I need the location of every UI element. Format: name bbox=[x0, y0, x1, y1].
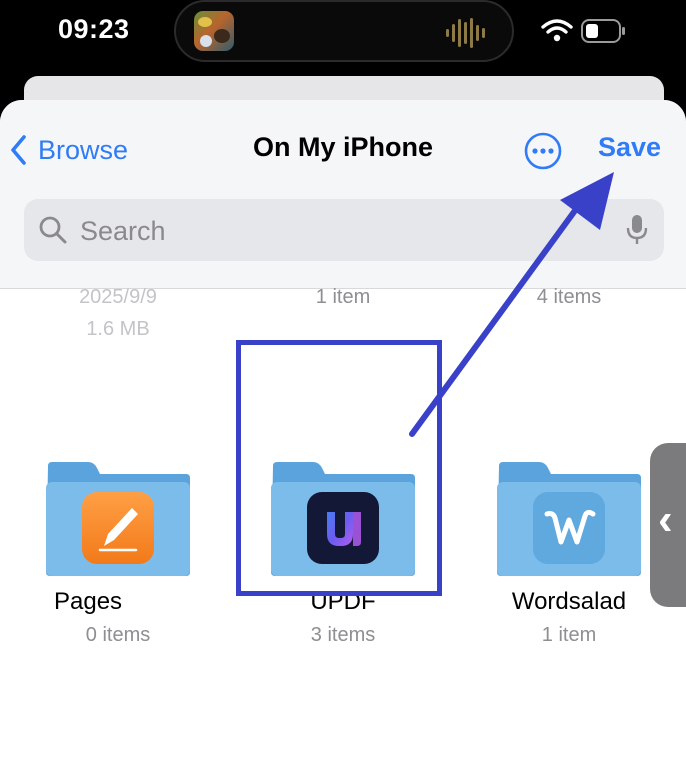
folder-count: 3 items bbox=[310, 624, 376, 646]
search-bar[interactable] bbox=[24, 199, 664, 261]
chevron-left-icon: ‹ bbox=[658, 495, 673, 544]
battery-icon bbox=[581, 19, 625, 43]
page-title: On My iPhone bbox=[252, 132, 433, 162]
microphone-icon[interactable] bbox=[626, 213, 648, 247]
status-bar: 09:23 bbox=[0, 0, 686, 80]
dynamic-island[interactable] bbox=[174, 0, 514, 62]
now-playing-thumbnail bbox=[194, 11, 234, 51]
item-size: 1.6 MB bbox=[86, 318, 150, 340]
audio-waveform-icon bbox=[446, 18, 485, 48]
item-count: 4 items bbox=[536, 286, 602, 308]
item-date: 2025/9/9 bbox=[79, 286, 157, 308]
save-button[interactable]: Save bbox=[598, 132, 661, 163]
folder-count: 1 item bbox=[541, 624, 597, 646]
search-input[interactable] bbox=[78, 209, 602, 253]
file-browser-sheet: Browse On My iPhone Save 2025/9/9 1.6 MB… bbox=[0, 100, 686, 772]
status-time: 09:23 bbox=[58, 14, 130, 44]
pages-app-icon bbox=[82, 492, 154, 564]
folder-name: Pages bbox=[54, 588, 123, 615]
wifi-icon bbox=[541, 19, 573, 42]
item-count: 1 item bbox=[315, 286, 371, 308]
status-indicators bbox=[541, 19, 625, 43]
folder-name: UPDF bbox=[310, 588, 376, 615]
search-icon bbox=[39, 216, 67, 244]
side-panel-handle[interactable]: ‹ bbox=[650, 443, 686, 607]
ellipsis-circle-icon[interactable] bbox=[524, 132, 562, 170]
wordsalad-app-icon bbox=[533, 492, 605, 564]
updf-app-icon bbox=[307, 492, 379, 564]
navigation-bar: Browse On My iPhone Save bbox=[0, 100, 686, 289]
folder-name: Wordsalad bbox=[511, 588, 627, 615]
folder-count: 0 items bbox=[85, 624, 151, 646]
